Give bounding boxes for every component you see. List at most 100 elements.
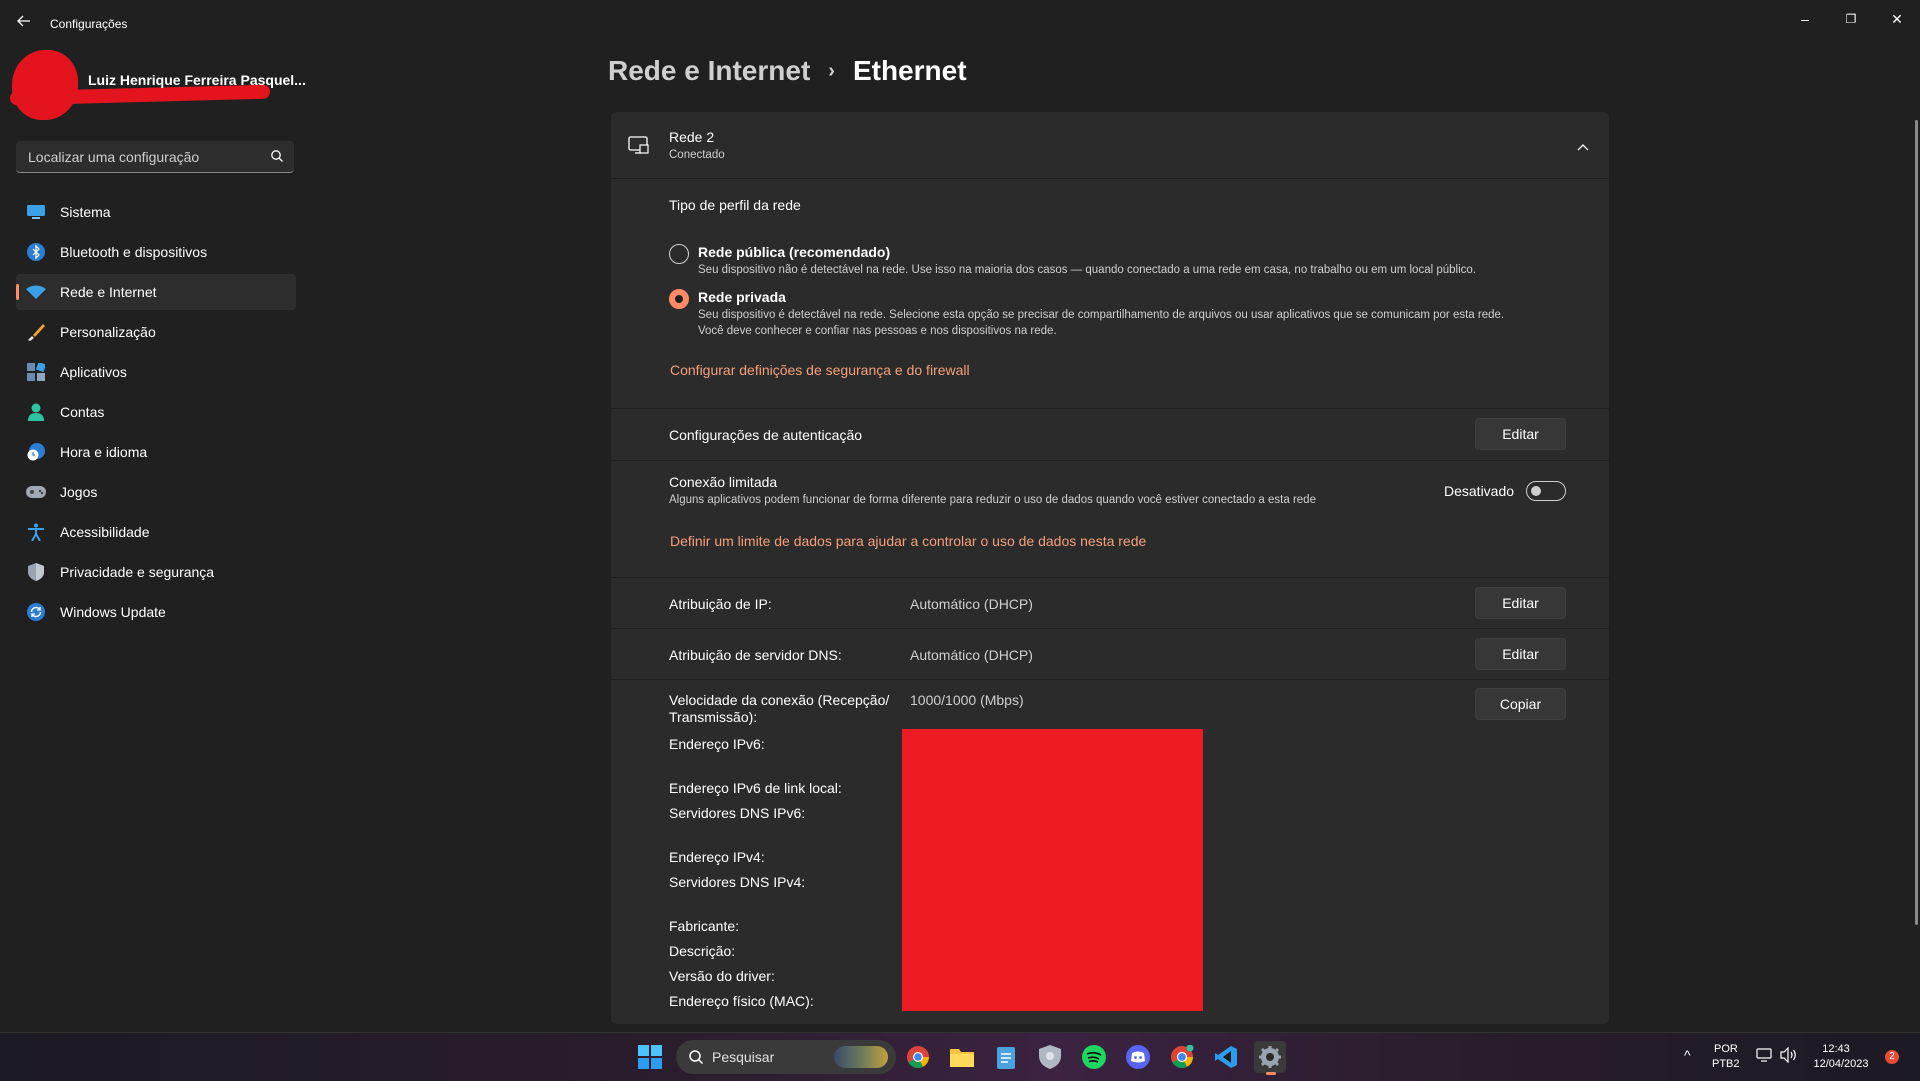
- settings-icon[interactable]: [1254, 1041, 1286, 1075]
- dns-assignment-value: Automático (DHCP): [910, 647, 1033, 663]
- clock-time[interactable]: 12:43: [1812, 1043, 1860, 1055]
- sidebar-item-label: Hora e idioma: [60, 444, 148, 460]
- sidebar-item-acessibilidade[interactable]: Acessibilidade: [16, 514, 296, 550]
- sidebar-item-windows-update[interactable]: Windows Update: [16, 594, 296, 630]
- taskbar-search-label: Pesquisar: [712, 1049, 775, 1065]
- sidebar-item-hora-idioma[interactable]: Hora e idioma: [16, 434, 296, 470]
- scrollbar[interactable]: [1915, 120, 1918, 925]
- windows-start-icon[interactable]: [634, 1041, 666, 1073]
- notification-badge[interactable]: 2: [1885, 1050, 1899, 1064]
- firewall-settings-link[interactable]: Configurar definições de segurança e do …: [670, 362, 970, 378]
- brush-icon: [26, 322, 46, 342]
- dns-edit-button[interactable]: Editar: [1475, 638, 1566, 670]
- taskbar: Pesquisar ^ POR PTB2 12:43 12/04/2023 2: [0, 1032, 1920, 1081]
- ipv6-link-local-label: Endereço IPv6 de link local:: [669, 780, 842, 796]
- taskbar-search[interactable]: Pesquisar: [676, 1040, 896, 1074]
- sidebar-item-privacidade[interactable]: Privacidade e segurança: [16, 554, 296, 590]
- copy-button[interactable]: Copiar: [1475, 688, 1566, 720]
- shield-app-icon[interactable]: [1034, 1041, 1066, 1073]
- chevron-up-icon[interactable]: ^: [1684, 1047, 1691, 1063]
- chevron-up-icon[interactable]: [1577, 138, 1589, 156]
- speed-value: 1000/1000 (Mbps): [910, 692, 1024, 708]
- sidebar-nav: Sistema Bluetooth e dispositivos Rede e …: [16, 194, 296, 634]
- clock-globe-icon: [26, 442, 46, 462]
- clock-date[interactable]: 12/04/2023: [1812, 1058, 1870, 1070]
- sidebar-item-bluetooth[interactable]: Bluetooth e dispositivos: [16, 234, 296, 270]
- file-explorer-icon[interactable]: [946, 1041, 978, 1073]
- breadcrumb: Rede e Internet › Ethernet: [608, 55, 967, 87]
- person-icon: [26, 402, 46, 422]
- sidebar-item-jogos[interactable]: Jogos: [16, 474, 296, 510]
- sidebar-item-label: Windows Update: [60, 604, 166, 620]
- profile-section: Tipo de perfil da rede Rede pública (rec…: [611, 179, 1609, 409]
- metered-toggle[interactable]: [1526, 481, 1566, 501]
- chrome-icon[interactable]: [902, 1041, 934, 1073]
- manufacturer-label: Fabricante:: [669, 918, 740, 934]
- minimize-button[interactable]: –: [1782, 4, 1828, 34]
- search-icon: [688, 1049, 704, 1070]
- properties-section: Velocidade da conexão (Recepção/ Transmi…: [611, 680, 1609, 1024]
- sidebar-item-rede-internet[interactable]: Rede e Internet: [16, 274, 296, 310]
- user-name[interactable]: Luiz Henrique Ferreira Pasquel...: [88, 72, 306, 88]
- public-network-label[interactable]: Rede pública (recomendado): [698, 244, 890, 260]
- sidebar-item-aplicativos[interactable]: Aplicativos: [16, 354, 296, 390]
- sidebar-item-label: Acessibilidade: [60, 524, 150, 540]
- spotify-icon[interactable]: [1078, 1041, 1110, 1073]
- private-network-desc-2: Você deve conhecer e confiar nas pessoas…: [698, 325, 1057, 337]
- keyboard-layout[interactable]: PTB2: [1712, 1058, 1740, 1070]
- auth-settings-label: Configurações de autenticação: [669, 427, 863, 443]
- speed-label-1: Velocidade da conexão (Recepção/: [669, 692, 890, 708]
- wifi-icon: [26, 282, 46, 302]
- breadcrumb-parent[interactable]: Rede e Internet: [608, 55, 810, 87]
- volume-icon[interactable]: [1780, 1046, 1798, 1066]
- sidebar-item-contas[interactable]: Contas: [16, 394, 296, 430]
- network-status: Conectado: [669, 149, 725, 161]
- chrome-profile-icon[interactable]: [1166, 1041, 1198, 1073]
- search-icon[interactable]: [270, 149, 284, 163]
- speed-label-2: Transmissão):: [669, 709, 758, 725]
- bluetooth-icon: [26, 242, 46, 262]
- dns-assignment-row: Atribuição de servidor DNS: Automático (…: [611, 629, 1609, 680]
- update-icon: [26, 602, 46, 622]
- mac-address-label: Endereço físico (MAC):: [669, 993, 814, 1009]
- close-button[interactable]: ✕: [1874, 4, 1920, 34]
- sidebar-item-label: Rede e Internet: [60, 284, 157, 300]
- public-network-desc: Seu dispositivo não é detectável na rede…: [698, 264, 1476, 276]
- data-limit-link[interactable]: Definir um limite de dados para ajudar a…: [670, 533, 1146, 549]
- auth-edit-button[interactable]: Editar: [1475, 418, 1566, 450]
- network-name: Rede 2: [669, 129, 715, 145]
- sidebar-item-personalizacao[interactable]: Personalização: [16, 314, 296, 350]
- private-network-label[interactable]: Rede privada: [698, 289, 786, 305]
- private-network-radio[interactable]: [669, 289, 689, 309]
- accessibility-icon: [26, 522, 46, 542]
- discord-icon[interactable]: [1122, 1041, 1154, 1073]
- active-app-indicator: [1266, 1072, 1276, 1075]
- title-bar: Configurações – ❐ ✕: [0, 0, 1920, 48]
- sidebar-item-sistema[interactable]: Sistema: [16, 194, 296, 230]
- sidebar-item-label: Jogos: [60, 484, 98, 500]
- page-title: Ethernet: [852, 55, 967, 86]
- ip-assignment-label: Atribuição de IP:: [669, 596, 772, 612]
- search-input[interactable]: [26, 148, 260, 166]
- auth-settings-row: Configurações de autenticação Editar: [611, 409, 1609, 461]
- vscode-icon[interactable]: [1210, 1041, 1242, 1073]
- network-card: Rede 2 Conectado Tipo de perfil da rede …: [611, 112, 1609, 1024]
- metered-toggle-label: Desativado: [1444, 483, 1515, 499]
- language-code[interactable]: POR: [1714, 1043, 1738, 1055]
- back-arrow-icon[interactable]: [14, 14, 34, 34]
- ip-edit-button[interactable]: Editar: [1475, 587, 1566, 619]
- network-header[interactable]: Rede 2 Conectado: [611, 112, 1609, 179]
- shield-icon: [26, 562, 46, 582]
- settings-search[interactable]: [16, 141, 294, 173]
- maximize-button[interactable]: ❐: [1828, 4, 1874, 34]
- sidebar-item-label: Sistema: [60, 204, 111, 220]
- network-tray-icon[interactable]: [1756, 1047, 1772, 1066]
- notepad-icon[interactable]: [990, 1041, 1022, 1073]
- chevron-right-icon: ›: [828, 59, 835, 82]
- public-network-radio[interactable]: [669, 244, 689, 264]
- redacted-values: [902, 729, 1203, 1011]
- ipv4-label: Endereço IPv4:: [669, 849, 765, 865]
- ip-assignment-value: Automático (DHCP): [910, 596, 1033, 612]
- ipv6-label: Endereço IPv6:: [669, 736, 765, 752]
- metered-connection-desc: Alguns aplicativos podem funcionar de fo…: [669, 494, 1316, 506]
